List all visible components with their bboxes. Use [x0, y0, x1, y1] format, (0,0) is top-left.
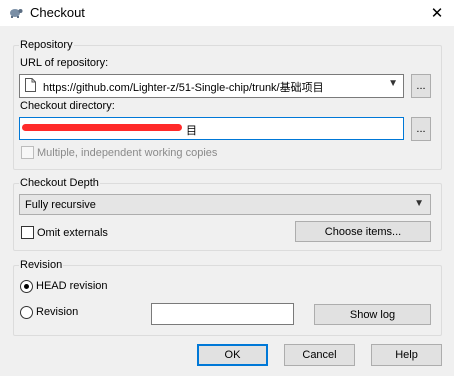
- url-value: https://github.com/Lighter-z/51-Single-c…: [43, 82, 324, 94]
- revision-label: Revision: [36, 306, 79, 318]
- show-log-button[interactable]: Show log: [314, 304, 431, 325]
- checkout-depth-label: Checkout Depth: [19, 177, 100, 189]
- multiple-label: Multiple, independent working copies: [37, 147, 218, 159]
- chevron-down-icon[interactable]: ▼: [414, 198, 424, 209]
- url-browse-button[interactable]: ...: [411, 74, 431, 98]
- close-icon[interactable]: ✕: [420, 0, 454, 26]
- revision-group: [13, 265, 442, 336]
- revision-radio[interactable]: [20, 306, 33, 319]
- help-button[interactable]: Help: [371, 344, 442, 366]
- dir-browse-button[interactable]: ...: [411, 117, 431, 141]
- url-combobox[interactable]: https://github.com/Lighter-z/51-Single-c…: [19, 74, 404, 98]
- url-label: URL of repository:: [20, 57, 109, 69]
- ok-button[interactable]: OK: [197, 344, 268, 366]
- depth-select[interactable]: Fully recursive ▼: [19, 194, 431, 215]
- revision-input[interactable]: [151, 303, 294, 325]
- choose-items-button[interactable]: Choose items...: [295, 221, 431, 242]
- cancel-button[interactable]: Cancel: [284, 344, 355, 366]
- redacted-path: [22, 124, 182, 131]
- multiple-checkbox[interactable]: [21, 146, 34, 159]
- head-revision-radio[interactable]: [20, 280, 33, 293]
- repository-group-label: Repository: [19, 39, 74, 51]
- checkout-dir-input[interactable]: 目: [19, 117, 404, 140]
- omit-externals-checkbox[interactable]: [21, 226, 34, 239]
- title-bar: Checkout ✕: [0, 0, 454, 26]
- omit-externals-label: Omit externals: [37, 227, 108, 239]
- head-revision-label: HEAD revision: [36, 280, 108, 292]
- tortoise-icon: [10, 9, 23, 18]
- dir-visible-tail: 目: [186, 125, 197, 137]
- depth-selected: Fully recursive: [25, 199, 96, 211]
- chevron-down-icon[interactable]: ▼: [388, 78, 398, 89]
- document-icon: [25, 78, 36, 92]
- revision-group-label: Revision: [19, 259, 64, 271]
- dir-label: Checkout directory:: [20, 100, 115, 112]
- radio-dot: [24, 284, 29, 289]
- window-title: Checkout: [30, 5, 85, 20]
